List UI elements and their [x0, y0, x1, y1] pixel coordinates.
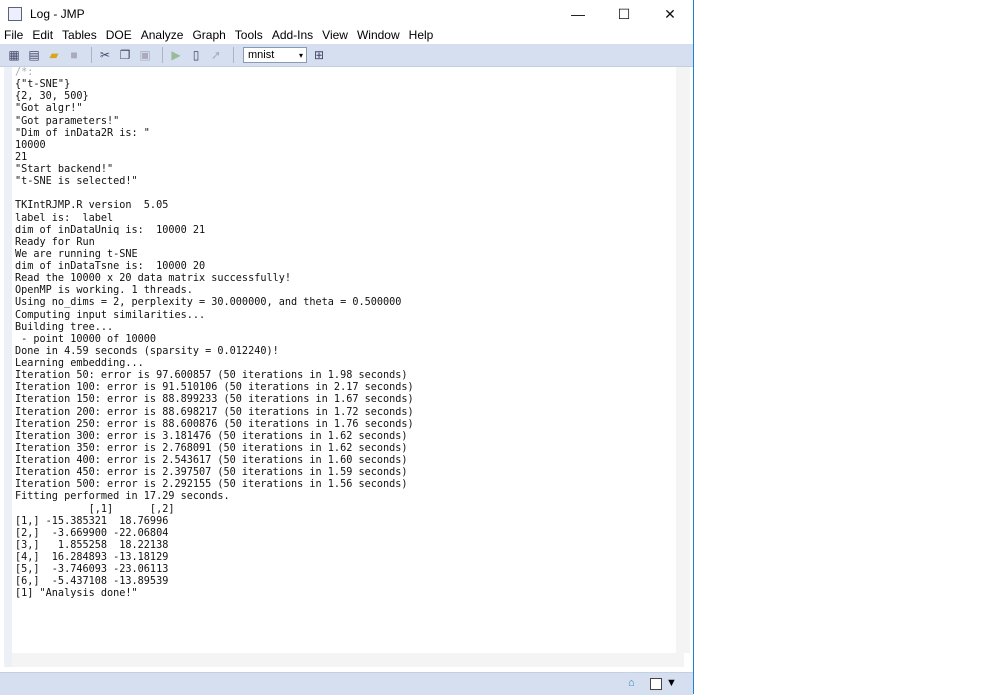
log-line: Iteration 50: error is 97.600857 (50 ite…	[15, 370, 408, 382]
run-script-icon[interactable]: ▶	[168, 47, 184, 63]
log-line: Iteration 150: error is 88.899233 (50 it…	[15, 394, 414, 406]
copy-icon[interactable]: ❐	[117, 47, 133, 63]
log-line: Fitting performed in 17.29 seconds.	[15, 491, 230, 503]
log-line: [1] "Analysis done!"	[15, 588, 138, 600]
log-line: "Dim of inData2R is: "	[15, 127, 150, 139]
log-line: label is: label	[15, 212, 114, 224]
log-line: [4,] 16.284893 -13.18129	[15, 552, 169, 563]
log-line: Read the 10000 x 20 data matrix successf…	[15, 273, 292, 285]
maximize-button[interactable]: ☐	[601, 0, 647, 28]
vertical-scrollbar[interactable]	[676, 67, 690, 653]
make-current-table-icon[interactable]: ⊞	[311, 47, 327, 63]
log-line: {"t-SNE"}	[15, 79, 71, 91]
toolbar-separator	[233, 47, 234, 63]
journal-icon[interactable]: ▯	[188, 47, 204, 63]
log-line: Iteration 100: error is 91.510106 (50 it…	[15, 382, 414, 394]
log-line: [6,] -5.437108 -13.89539	[15, 576, 169, 588]
log-line: "Got algr!"	[15, 103, 83, 115]
menu-view[interactable]: View	[322, 28, 348, 44]
menu-help[interactable]: Help	[409, 28, 434, 44]
new-data-table-icon[interactable]: ▦	[6, 47, 22, 63]
log-line: Done in 4.59 seconds (sparsity = 0.01224…	[15, 345, 279, 357]
home-icon[interactable]: ⌂	[628, 677, 635, 689]
close-button[interactable]: ✕	[647, 0, 693, 28]
toolbar-separator	[91, 47, 92, 63]
menu-file[interactable]: File	[4, 28, 23, 44]
data-table-select[interactable]: mnist ▾	[243, 47, 307, 63]
jmp-log-window: Log - JMP — ☐ ✕ File Edit Tables DOE Ana…	[0, 0, 694, 695]
log-line: 21	[15, 151, 28, 163]
log-line: OpenMP is working. 1 threads.	[15, 285, 193, 297]
open-folder-icon[interactable]: ▰	[46, 47, 62, 63]
menu-graph[interactable]: Graph	[192, 28, 225, 44]
log-line: [2,] -3.669900 -22.06804	[15, 527, 169, 539]
log-line: Using no_dims = 2, perplexity = 30.00000…	[15, 297, 402, 309]
save-icon[interactable]: ■	[66, 47, 82, 63]
menu-edit[interactable]: Edit	[32, 28, 53, 44]
log-line: "t-SNE is selected!"	[15, 176, 138, 188]
log-window-icon	[8, 7, 22, 21]
window-list-icon[interactable]	[650, 678, 662, 690]
toolbar: ▦ ▤ ▰ ■ ✂ ❐ ▣ ▶ ▯ ➚ mnist ▾ ⊞	[0, 44, 693, 67]
menu-doe[interactable]: DOE	[106, 28, 132, 44]
title-bar: Log - JMP — ☐ ✕	[0, 0, 693, 28]
status-bar: ⌂ ▼	[0, 672, 693, 695]
log-line: Iteration 350: error is 2.768091 (50 ite…	[15, 442, 408, 454]
log-line: Iteration 300: error is 3.181476 (50 ite…	[15, 430, 408, 442]
log-line: - point 10000 of 10000	[15, 333, 157, 345]
log-line: 10000	[15, 139, 46, 151]
log-line: Learning embedding...	[15, 358, 144, 369]
cut-icon[interactable]: ✂	[97, 47, 113, 63]
log-line: [,1] [,2]	[15, 503, 175, 515]
log-text: /*: {"t-SNE"} {2, 30, 500} "Got algr!" "Got …	[15, 67, 414, 601]
log-line: /*:	[15, 67, 34, 78]
log-line: {2, 30, 500}	[15, 91, 89, 103]
log-line: Ready for Run	[15, 236, 95, 248]
log-line: Computing input similarities...	[15, 309, 206, 321]
log-line: dim of inDataTsne is: 10000 20	[15, 261, 206, 272]
log-line: Iteration 250: error is 88.600876 (50 it…	[15, 418, 414, 430]
menu-tables[interactable]: Tables	[62, 28, 97, 44]
menu-tools[interactable]: Tools	[235, 28, 263, 44]
log-line: Building tree...	[15, 321, 114, 333]
dropdown-arrow-icon[interactable]: ▼	[666, 677, 677, 689]
log-content-area[interactable]: /*: {"t-SNE"} {2, 30, 500} "Got algr!" "Got …	[4, 67, 690, 667]
toolbar-separator	[162, 47, 163, 63]
menu-add-ins[interactable]: Add-Ins	[272, 28, 313, 44]
log-line: "Got parameters!"	[15, 115, 120, 127]
new-script-icon[interactable]: ▤	[26, 47, 42, 63]
menu-bar: File Edit Tables DOE Analyze Graph Tools…	[0, 28, 693, 44]
log-line: Iteration 500: error is 2.292155 (50 ite…	[15, 479, 408, 491]
log-line: Iteration 450: error is 2.397507 (50 ite…	[15, 467, 408, 479]
minimize-button[interactable]: —	[555, 0, 601, 28]
data-table-select-value: mnist	[248, 49, 275, 61]
log-line: [1,] -15.385321 18.76996	[15, 515, 169, 527]
log-line: Iteration 200: error is 88.698217 (50 it…	[15, 406, 414, 418]
selection-tool-icon[interactable]: ➚	[208, 47, 224, 63]
log-line: [3,] 1.855258 18.22138	[15, 539, 169, 551]
menu-analyze[interactable]: Analyze	[141, 28, 184, 44]
menu-window[interactable]: Window	[357, 28, 400, 44]
paste-icon[interactable]: ▣	[137, 47, 153, 63]
log-line: Iteration 400: error is 2.543617 (50 ite…	[15, 455, 408, 466]
window-title: Log - JMP	[30, 7, 85, 21]
log-line: dim of inDataUniq is: 10000 21	[15, 224, 206, 236]
log-line: We are running t-SNE	[15, 248, 138, 260]
log-line: "Start backend!"	[15, 164, 114, 175]
chevron-down-icon: ▾	[298, 50, 303, 60]
log-line: TKIntRJMP.R version 5.05	[15, 200, 169, 212]
horizontal-scrollbar[interactable]	[12, 653, 684, 667]
log-line: [5,] -3.746093 -23.06113	[15, 564, 169, 576]
